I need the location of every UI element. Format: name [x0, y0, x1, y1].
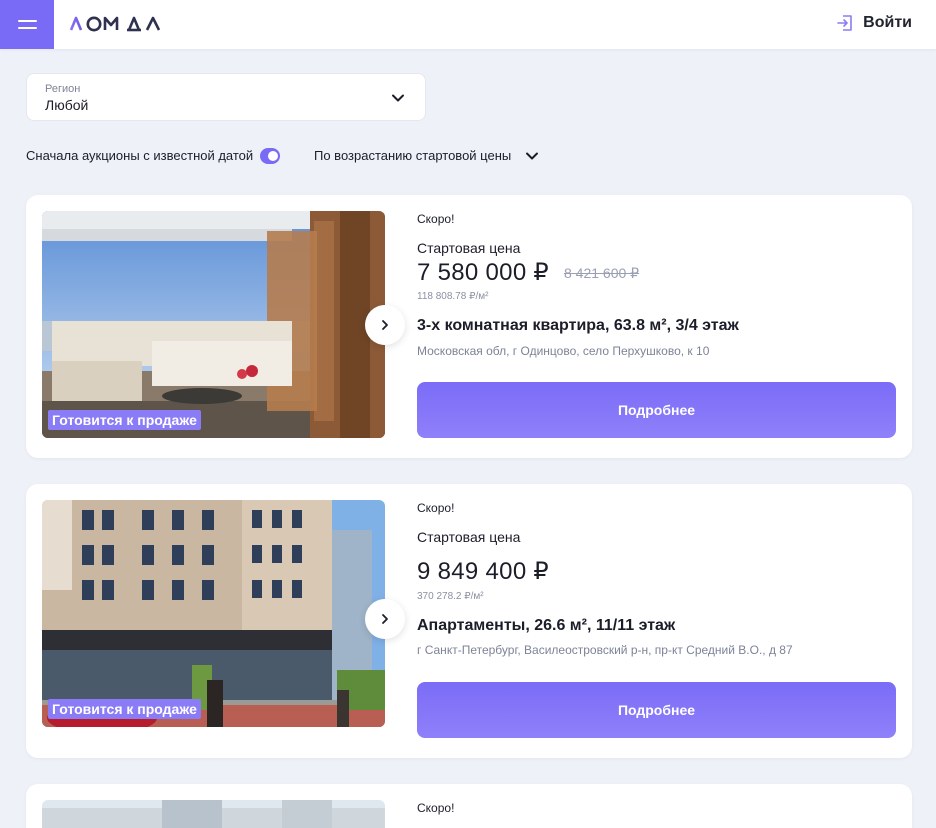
- listing-card: Скоро!: [26, 784, 912, 828]
- price-label: Стартовая цена: [417, 240, 521, 256]
- listing-address: г Санкт-Петербург, Василеостровский р-н,…: [417, 643, 793, 657]
- sort-label: По возрастанию стартовой цены: [314, 148, 512, 163]
- sort-dropdown[interactable]: По возрастанию стартовой цены: [314, 148, 539, 163]
- region-label: Регион: [45, 83, 81, 95]
- chevron-down-icon: [392, 94, 404, 102]
- known-date-toggle[interactable]: [260, 148, 280, 164]
- chevron-right-icon: [382, 320, 388, 330]
- top-header: Войти: [0, 0, 936, 49]
- details-button[interactable]: Подробнее: [417, 382, 896, 438]
- listing-photo[interactable]: Готовится к продаже: [42, 500, 385, 727]
- logo-mark: [69, 16, 161, 32]
- start-price: 7 580 000 ₽: [417, 259, 550, 286]
- listing-card: Готовится к продаже Скоро! Стартовая цен…: [26, 484, 912, 758]
- listing-address: Московская обл, г Одинцово, село Перхушк…: [417, 344, 710, 358]
- auction-status: Скоро!: [417, 212, 455, 226]
- listing-photo[interactable]: Готовится к продаже: [42, 211, 385, 438]
- old-price: 8 421 600 ₽: [564, 265, 640, 281]
- login-button[interactable]: Войти: [836, 14, 912, 32]
- login-icon: [837, 15, 852, 31]
- sale-status-badge: Готовится к продаже: [48, 410, 201, 430]
- terrace-photo: [42, 211, 385, 438]
- price-label: Стартовая цена: [417, 529, 521, 545]
- listing-card: Готовится к продаже Скоро! Стартовая цен…: [26, 195, 912, 458]
- region-value: Любой: [45, 97, 89, 113]
- price-per-m2: 118 808.78 ₽/м²: [417, 291, 489, 302]
- auction-status: Скоро!: [417, 801, 455, 815]
- known-date-toggle-label: Сначала аукционы с известной датой: [26, 148, 254, 163]
- chevron-right-icon: [382, 614, 388, 624]
- details-button[interactable]: Подробнее: [417, 682, 896, 738]
- start-price: 9 849 400 ₽: [417, 558, 550, 585]
- building-photo: [42, 800, 385, 828]
- listing-title[interactable]: 3-х комнатная квартира, 63.8 м², 3/4 эта…: [417, 317, 739, 335]
- price-per-m2: 370 278.2 ₽/м²: [417, 591, 484, 602]
- listing-title[interactable]: Апартаменты, 26.6 м², 11/11 этаж: [417, 617, 675, 635]
- hamburger-icon: [17, 19, 37, 30]
- listing-photo[interactable]: [42, 800, 385, 828]
- chevron-down-icon: [526, 152, 539, 159]
- sale-status-badge: Готовится к продаже: [48, 699, 201, 719]
- photo-next-button[interactable]: [365, 599, 405, 639]
- login-label: Войти: [863, 14, 912, 31]
- region-select[interactable]: Регион Любой: [26, 73, 426, 121]
- auction-status: Скоро!: [417, 501, 455, 515]
- building-photo: [42, 500, 385, 727]
- logo[interactable]: [69, 12, 167, 36]
- menu-button[interactable]: [0, 0, 54, 49]
- photo-next-button[interactable]: [365, 305, 405, 345]
